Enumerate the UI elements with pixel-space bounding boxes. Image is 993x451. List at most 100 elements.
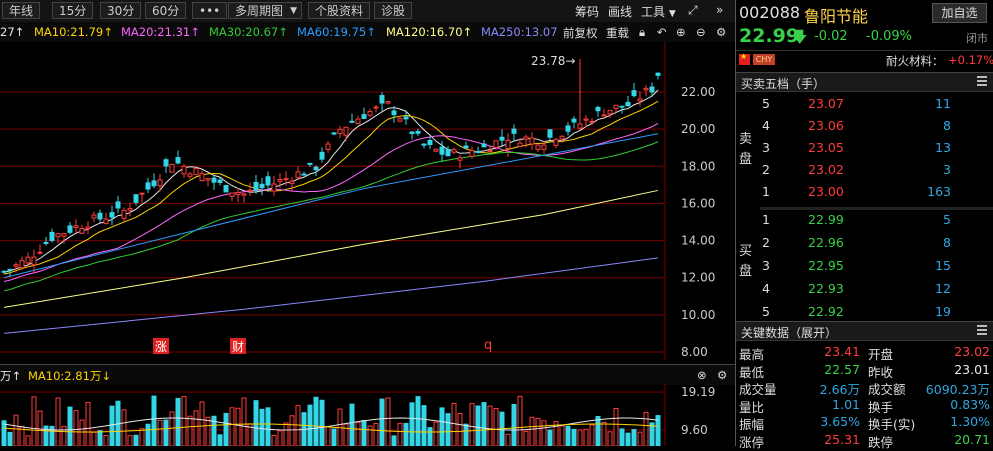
zoom-out-icon[interactable]: ⊖ — [696, 25, 706, 39]
expand-icon[interactable]: ⤢ — [688, 3, 698, 18]
period-year-button[interactable]: 年线 — [2, 2, 41, 19]
volume-bar — [331, 428, 337, 446]
keydata-value: 20.71 — [954, 431, 990, 447]
ma10-label: MA10:21.79↑ — [34, 25, 113, 39]
reload-button[interactable]: 重载 — [606, 25, 629, 41]
buy-order-row[interactable]: 4 22.93 12 — [760, 281, 993, 299]
sell-order-row[interactable]: 3 23.05 13 — [760, 140, 993, 158]
settings-gear-icon[interactable]: ⚙ — [717, 368, 727, 382]
volume-bar — [565, 425, 571, 446]
candle-body — [421, 143, 427, 146]
y-tick-label: 18.00 — [681, 159, 715, 173]
volume-bar — [373, 423, 379, 446]
kline-chart[interactable]: 22.00 20.00 18.00 16.00 14.00 12.00 10.00 8.00 2… — [0, 42, 735, 360]
zoom-in-icon[interactable]: ⊕ — [676, 25, 686, 39]
candle-body — [169, 163, 175, 173]
candle-body — [349, 120, 355, 123]
period-60min-button[interactable]: 60分 — [145, 2, 187, 19]
candle-body — [559, 135, 565, 140]
buy-order-row[interactable]: 5 22.92 19 — [760, 304, 993, 322]
volume-bar — [211, 415, 217, 446]
volume-bar — [175, 397, 181, 446]
tools-menu[interactable]: 工具 ▼ — [641, 3, 676, 20]
volume-bar — [601, 421, 607, 446]
lock-icon[interactable]: 🔒︎ — [639, 25, 645, 40]
diagnose-button[interactable]: 诊股 — [374, 2, 413, 19]
candle-body — [145, 182, 151, 190]
volume-bar — [31, 396, 37, 446]
volume-bar — [181, 396, 187, 446]
keydata-header[interactable]: 关键数据（展开） — [736, 321, 993, 341]
volume-bar — [145, 423, 151, 446]
candle-body — [577, 123, 583, 129]
candle-body — [511, 128, 517, 134]
candle-body — [463, 145, 469, 149]
candle-body — [493, 140, 499, 149]
volume-bar — [607, 431, 613, 446]
draw-line-button[interactable]: 画线 — [608, 3, 632, 20]
volume-bar — [325, 426, 331, 446]
sector-name[interactable]: 耐火材料： — [886, 53, 944, 69]
adjust-forward-button[interactable]: 前复权 — [563, 25, 598, 41]
price-change: -0.02 — [814, 29, 848, 44]
sell-order-row[interactable]: 4 23.06 8 — [760, 118, 993, 136]
period-30min-button[interactable]: 30分 — [100, 2, 142, 19]
sell-order-row[interactable]: 5 23.07 11 — [760, 96, 993, 114]
buy-order-row[interactable]: 3 22.95 15 — [760, 258, 993, 276]
candle-body — [595, 106, 601, 112]
candle-body — [469, 150, 475, 157]
candle-body — [133, 194, 139, 203]
candle-body — [61, 233, 67, 237]
candle-body — [625, 101, 631, 107]
candle-body — [631, 90, 637, 97]
stock-profile-button[interactable]: 个股资料 — [308, 2, 371, 19]
chips-button[interactable]: 筹码 — [575, 3, 599, 20]
volume-bar — [355, 421, 361, 446]
y-tick-label: 10.00 — [681, 308, 715, 322]
volume-bar — [379, 398, 385, 446]
buy-order-row[interactable]: 2 22.96 8 — [760, 235, 993, 253]
volume-bar — [583, 428, 589, 446]
volume-bar — [397, 422, 403, 446]
buy-side-label: 买盘 — [739, 244, 753, 279]
close-icon[interactable]: ⊗ — [697, 368, 707, 382]
collapse-panel-icon[interactable]: » — [716, 3, 723, 17]
candle-body — [457, 157, 463, 161]
more-periods-button[interactable]: ••• — [192, 2, 228, 19]
sell-order-row[interactable]: 2 23.02 3 — [760, 162, 993, 180]
ma250-line — [3, 257, 659, 334]
add-watchlist-button[interactable]: 加自选 — [932, 3, 987, 23]
candle-body — [427, 139, 433, 146]
menu-icon[interactable] — [977, 325, 987, 335]
candle-body — [103, 218, 109, 224]
candle-body — [7, 268, 13, 271]
volume-bar — [313, 396, 319, 446]
volume-bar — [343, 423, 349, 446]
candle-body — [553, 138, 559, 146]
keydata-value: 1.30% — [950, 414, 990, 429]
order-price: 23.06 — [808, 118, 844, 133]
order-level: 5 — [762, 96, 770, 111]
sell-order-row[interactable]: 1 23.00 163 — [760, 184, 993, 202]
stock-name: 鲁阳节能 — [804, 7, 869, 26]
candle-body — [121, 209, 127, 219]
candle-body — [13, 264, 19, 267]
menu-icon[interactable] — [977, 76, 987, 86]
buy-order-row[interactable]: 1 22.99 5 — [760, 212, 993, 230]
undo-icon[interactable]: ↶ — [657, 25, 667, 39]
settings-gear-icon[interactable]: ⚙ — [716, 25, 726, 39]
volume-bar — [523, 430, 529, 446]
volume-chart[interactable]: 19.19 9.60 — [0, 384, 735, 446]
multi-period-dropdown[interactable]: 多周期图 ▼ — [228, 2, 303, 19]
keydata-label: 换手 — [868, 399, 894, 415]
ma5-line — [3, 89, 659, 273]
price-change-pct: -0.09% — [866, 29, 912, 44]
volume-bar — [55, 397, 61, 446]
candle-body — [439, 146, 445, 155]
volume-bar — [475, 405, 481, 446]
candle-body — [229, 192, 235, 197]
volume-bar — [259, 408, 265, 446]
period-15min-button[interactable]: 15分 — [52, 2, 94, 19]
volume-bar — [643, 411, 649, 446]
candle-body — [403, 116, 409, 120]
